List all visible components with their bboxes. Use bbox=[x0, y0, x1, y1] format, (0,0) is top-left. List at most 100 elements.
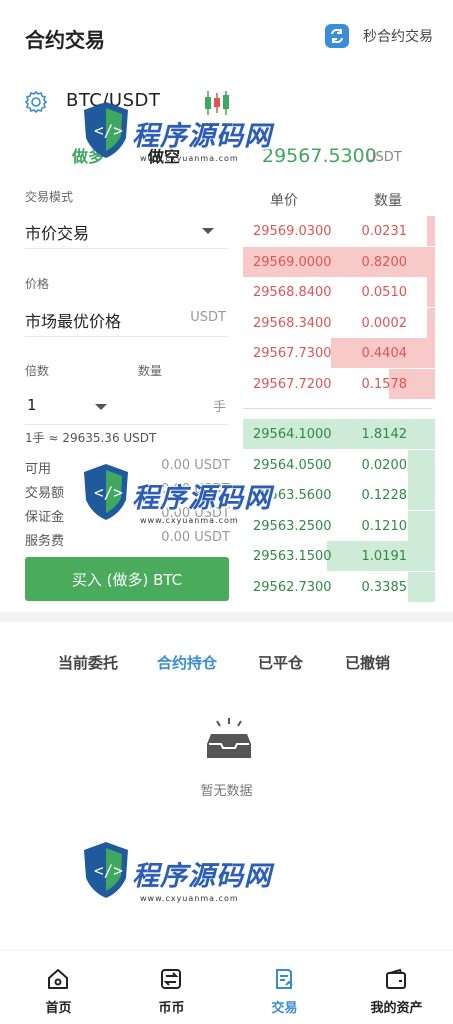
tab-long[interactable]: 做多 bbox=[72, 143, 104, 167]
leverage-select[interactable]: 1 bbox=[25, 390, 121, 420]
ask-row[interactable]: 29568.8400 0.0510 bbox=[243, 277, 435, 307]
ask-qty: 0.0510 bbox=[361, 285, 408, 300]
nav-label: 我的资产 bbox=[370, 1001, 423, 1016]
ask-depth-bar bbox=[427, 308, 435, 338]
margin-value: 0.00 USDT bbox=[161, 506, 230, 521]
amount-row: 交易额 0.00 USDT bbox=[25, 482, 230, 502]
home-icon bbox=[46, 967, 70, 995]
bid-price: 29563.2500 bbox=[253, 519, 332, 534]
bid-price: 29563.5600 bbox=[253, 488, 332, 503]
wallet-icon bbox=[384, 967, 408, 995]
ask-row[interactable]: 29567.7300 0.4404 bbox=[243, 338, 435, 368]
bid-qty: 0.1228 bbox=[361, 488, 408, 503]
bid-price: 29562.7300 bbox=[253, 580, 332, 595]
bid-row[interactable]: 29564.1000 1.8142 bbox=[243, 419, 435, 449]
orders-tabs: 当前委托 合约持仓 已平仓 已撤销 bbox=[0, 652, 453, 676]
available-row: 可用 0.00 USDT bbox=[25, 458, 230, 478]
bid-row[interactable]: 29563.1500 1.0191 bbox=[243, 541, 435, 571]
divider bbox=[25, 336, 228, 337]
available-value: 0.00 USDT bbox=[161, 458, 230, 473]
fee-row: 服务费 0.00 USDT bbox=[25, 530, 230, 550]
watermark-text: 程序源码网 bbox=[132, 861, 272, 892]
ask-row[interactable]: 29569.0300 0.0231 bbox=[243, 216, 435, 246]
kline-icon[interactable] bbox=[202, 89, 232, 121]
nav-trade[interactable]: 交易 bbox=[228, 951, 341, 1024]
ask-list: 29569.0300 0.0231 29569.0000 0.8200 29568.84… bbox=[243, 216, 435, 406]
bid-price: 29564.0500 bbox=[253, 458, 332, 473]
trade-icon bbox=[272, 967, 296, 995]
bid-qty: 1.8142 bbox=[361, 427, 408, 442]
bid-price: 29563.1500 bbox=[253, 549, 332, 564]
bid-depth-bar bbox=[408, 572, 435, 602]
margin-row: 保证金 0.00 USDT bbox=[25, 506, 230, 526]
gear-icon[interactable] bbox=[24, 90, 48, 118]
nav-assets[interactable]: 我的资产 bbox=[340, 951, 453, 1024]
bid-row[interactable]: 29564.0500 0.0200 bbox=[243, 450, 435, 480]
lot-conversion: 1手 ≈ 29635.36 USDT bbox=[25, 431, 157, 445]
fee-value: 0.00 USDT bbox=[161, 530, 230, 545]
ask-depth-bar bbox=[427, 277, 435, 307]
svg-text:</>: </> bbox=[94, 861, 123, 880]
divider bbox=[25, 424, 228, 425]
available-label: 可用 bbox=[25, 462, 52, 477]
leverage-value: 1 bbox=[27, 396, 37, 414]
price-field[interactable]: 市场最优价格 USDT bbox=[25, 302, 228, 336]
price-value: 市场最优价格 bbox=[25, 312, 122, 331]
price-unit: USDT bbox=[190, 310, 226, 325]
ask-depth-bar bbox=[427, 216, 435, 246]
pair-row: BTC/USDT bbox=[24, 88, 244, 118]
trade-mode-value: 市价交易 bbox=[25, 224, 90, 243]
trade-mode-select[interactable]: 市价交易 bbox=[25, 214, 228, 248]
nav-home[interactable]: 首页 bbox=[2, 951, 115, 1024]
swap-icon bbox=[325, 24, 349, 48]
ask-row[interactable]: 29569.0000 0.8200 bbox=[243, 247, 435, 277]
chevron-down-icon bbox=[95, 404, 107, 410]
amount-value: 0.00 USDT bbox=[161, 482, 230, 497]
bid-qty: 0.3385 bbox=[361, 580, 408, 595]
tab-current-orders[interactable]: 当前委托 bbox=[58, 652, 118, 673]
quantity-unit: 手 bbox=[212, 400, 226, 415]
empty-text: 暂无数据 bbox=[200, 784, 253, 799]
tab-closed[interactable]: 已平仓 bbox=[258, 652, 303, 673]
ask-qty: 0.0231 bbox=[361, 224, 408, 239]
nav-spot[interactable]: 币币 bbox=[115, 951, 228, 1024]
divider bbox=[25, 248, 228, 249]
header: 合约交易 秒合约交易 bbox=[0, 0, 453, 76]
trade-mode-label: 交易模式 bbox=[25, 190, 74, 204]
ask-qty: 0.1578 bbox=[361, 377, 408, 392]
nav-label: 交易 bbox=[271, 1001, 298, 1016]
fee-label: 服务费 bbox=[25, 534, 65, 549]
bid-qty: 0.1210 bbox=[361, 519, 408, 534]
ask-row[interactable]: 29567.7200 0.1578 bbox=[243, 369, 435, 399]
switch-label: 秒合约交易 bbox=[363, 29, 433, 45]
nav-label: 首页 bbox=[45, 1001, 72, 1016]
ask-row[interactable]: 29568.3400 0.0002 bbox=[243, 308, 435, 338]
pair-name[interactable]: BTC/USDT bbox=[66, 90, 160, 111]
bid-row[interactable]: 29562.7300 0.3385 bbox=[243, 572, 435, 602]
second-contract-switch[interactable]: 秒合约交易 bbox=[325, 24, 433, 48]
ask-qty: 0.8200 bbox=[361, 255, 408, 270]
leverage-label: 倍数 bbox=[25, 364, 50, 378]
chevron-down-icon bbox=[202, 228, 214, 234]
bid-depth-bar bbox=[408, 450, 435, 480]
svg-text:</>: </> bbox=[94, 121, 123, 140]
tab-positions[interactable]: 合约持仓 bbox=[157, 652, 217, 673]
buy-long-button[interactable]: 买入 (做多) BTC bbox=[25, 557, 229, 601]
bid-qty: 0.0200 bbox=[361, 458, 408, 473]
watermark-logo: </> 程序源码网 www.cxyuanma.com bbox=[80, 838, 280, 918]
ask-price: 29567.7300 bbox=[253, 346, 332, 361]
bid-list: 29564.1000 1.8142 29564.0500 0.0200 29563.56… bbox=[243, 419, 435, 605]
last-price: 29567.5300 bbox=[262, 145, 377, 167]
tab-short[interactable]: 做空 bbox=[148, 143, 180, 167]
bid-qty: 1.0191 bbox=[361, 549, 408, 564]
bid-row[interactable]: 29563.2500 0.1210 bbox=[243, 511, 435, 541]
ask-price: 29568.3400 bbox=[253, 316, 332, 331]
tab-cancelled[interactable]: 已撤销 bbox=[345, 652, 390, 673]
margin-label: 保证金 bbox=[25, 510, 65, 525]
section-divider bbox=[0, 612, 453, 622]
bid-row[interactable]: 29563.5600 0.1228 bbox=[243, 480, 435, 510]
bottom-nav: 首页 币币 交易 我的资产 bbox=[0, 950, 453, 1024]
quantity-input[interactable]: 手 bbox=[138, 390, 228, 420]
book-price-header: 单价 bbox=[270, 193, 298, 209]
watermark-url: www.cxyuanma.com bbox=[140, 894, 239, 903]
